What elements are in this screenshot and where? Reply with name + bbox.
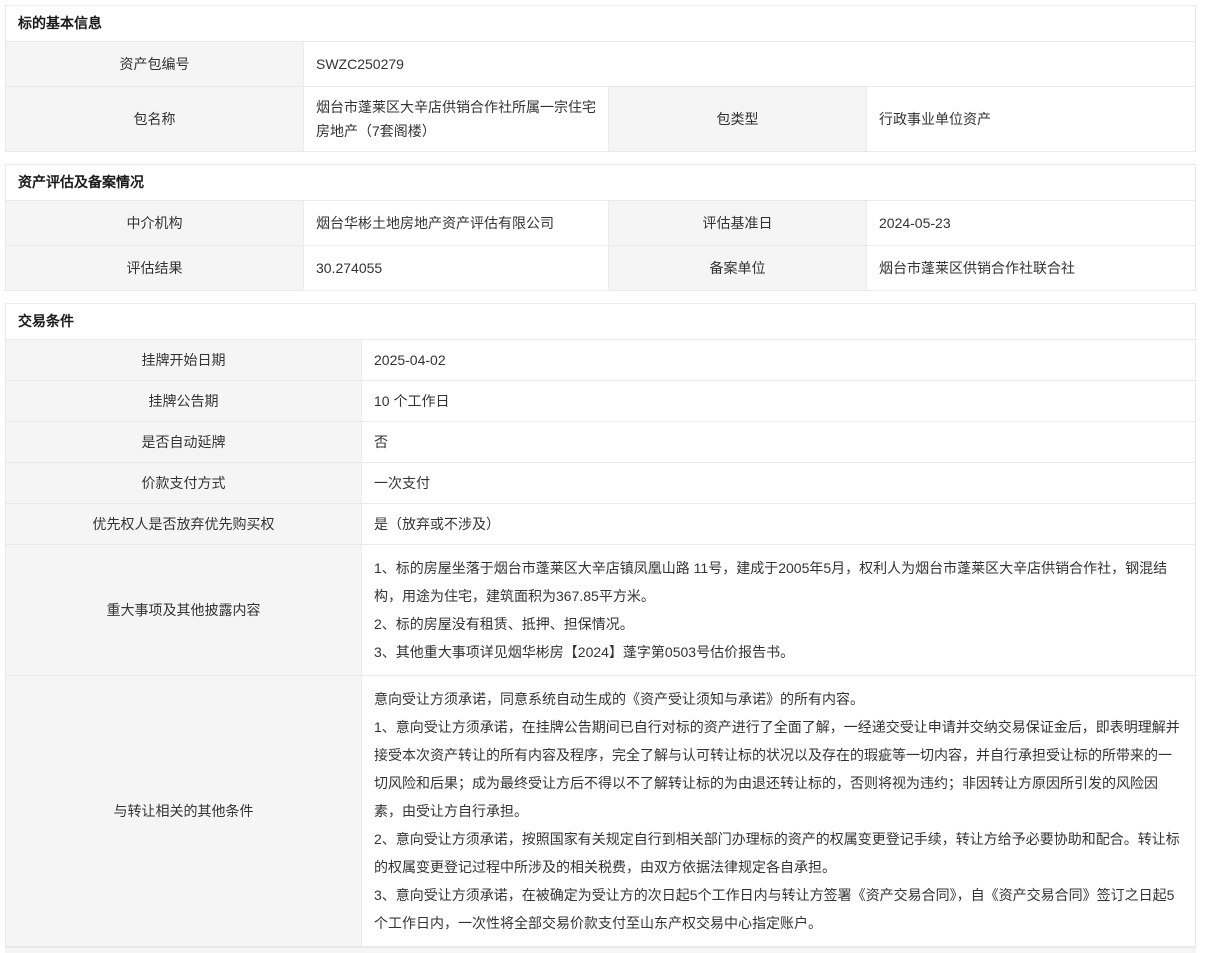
field-label-valuation-result: 评估结果: [6, 246, 304, 290]
field-label-listing-start-date: 挂牌开始日期: [6, 340, 362, 380]
disclosure-line: 2、标的房屋没有租赁、抵押、担保情况。: [374, 610, 1183, 638]
field-value-payment-method: 一次支付: [362, 463, 1195, 503]
table-row: 与转让相关的其他条件 意向受让方须承诺，同意系统自动生成的《资产受让须知与承诺》…: [6, 675, 1195, 946]
table-row: 中介机构 烟台华彬土地房地产资产评估有限公司 评估基准日 2024-05-23: [6, 200, 1195, 245]
field-value-preemptive-right-waiver: 是（放弃或不涉及）: [362, 504, 1195, 544]
condition-line: 2、意向受让方须承诺，按照国家有关规定自行到相关部门办理标的资产的权属变更登记手…: [374, 825, 1183, 881]
field-value-valuation-date: 2024-05-23: [867, 201, 1195, 245]
table-row: 价款支付方式 一次支付: [6, 462, 1195, 503]
table-row: 是否自动延牌 否: [6, 421, 1195, 462]
field-value-filing-unit: 烟台市蓬莱区供销合作社联合社: [867, 246, 1195, 290]
field-label-preemptive-right-waiver: 优先权人是否放弃优先购买权: [6, 504, 362, 544]
field-label-agency: 中介机构: [6, 201, 304, 245]
field-label-package-type: 包类型: [609, 87, 867, 151]
field-value-package-type: 行政事业单位资产: [867, 87, 1195, 151]
section-basic-info: 标的基本信息 资产包编号 SWZC250279 包名称 烟台市蓬莱区大辛店供销合…: [5, 5, 1196, 152]
field-value-package-name: 烟台市蓬莱区大辛店供销合作社所属一宗住宅房地产（7套阁楼）: [304, 87, 609, 151]
table-row: 评估结果 30.274055 备案单位 烟台市蓬莱区供销合作社联合社: [6, 245, 1195, 290]
field-value-major-disclosure: 1、标的房屋坐落于烟台市蓬莱区大辛店镇凤凰山路 11号，建成于2005年5月，权…: [362, 545, 1195, 675]
table-row: 包名称 烟台市蓬莱区大辛店供销合作社所属一宗住宅房地产（7套阁楼） 包类型 行政…: [6, 86, 1195, 151]
field-label-auto-extension: 是否自动延牌: [6, 422, 362, 462]
field-value-auto-extension: 否: [362, 422, 1195, 462]
field-label-other-transfer-conditions: 与转让相关的其他条件: [6, 676, 362, 946]
next-row-edge: [5, 947, 1196, 953]
section-title: 资产评估及备案情况: [6, 165, 1195, 200]
section-valuation-info: 资产评估及备案情况 中介机构 烟台华彬土地房地产资产评估有限公司 评估基准日 2…: [5, 164, 1196, 291]
field-label-announcement-period: 挂牌公告期: [6, 381, 362, 421]
table-row: 挂牌公告期 10 个工作日: [6, 380, 1195, 421]
section-title: 标的基本信息: [6, 6, 1195, 41]
field-value-announcement-period: 10 个工作日: [362, 381, 1195, 421]
field-label-major-disclosure: 重大事项及其他披露内容: [6, 545, 362, 675]
disclosure-line: 1、标的房屋坐落于烟台市蓬莱区大辛店镇凤凰山路 11号，建成于2005年5月，权…: [374, 554, 1183, 610]
field-value-asset-package-no: SWZC250279: [304, 42, 1195, 86]
field-label-package-name: 包名称: [6, 87, 304, 151]
table-row: 重大事项及其他披露内容 1、标的房屋坐落于烟台市蓬莱区大辛店镇凤凰山路 11号，…: [6, 544, 1195, 675]
field-label-payment-method: 价款支付方式: [6, 463, 362, 503]
table-row: 优先权人是否放弃优先购买权 是（放弃或不涉及）: [6, 503, 1195, 544]
section-title: 交易条件: [6, 304, 1195, 339]
field-value-valuation-result: 30.274055: [304, 246, 609, 290]
table-row: 挂牌开始日期 2025-04-02: [6, 339, 1195, 380]
table-row: 资产包编号 SWZC250279: [6, 41, 1195, 86]
field-value-agency: 烟台华彬土地房地产资产评估有限公司: [304, 201, 609, 245]
field-label-filing-unit: 备案单位: [609, 246, 867, 290]
field-value-other-transfer-conditions: 意向受让方须承诺，同意系统自动生成的《资产受让须知与承诺》的所有内容。 1、意向…: [362, 676, 1195, 946]
section-trade-conditions: 交易条件 挂牌开始日期 2025-04-02 挂牌公告期 10 个工作日 是否自…: [5, 303, 1196, 947]
field-label-valuation-date: 评估基准日: [609, 201, 867, 245]
field-label-asset-package-no: 资产包编号: [6, 42, 304, 86]
disclosure-line: 3、其他重大事项详见烟华彬房【2024】蓬字第0503号估价报告书。: [374, 638, 1183, 666]
field-value-listing-start-date: 2025-04-02: [362, 340, 1195, 380]
condition-line: 1、意向受让方须承诺，在挂牌公告期间已自行对标的资产进行了全面了解，一经递交受让…: [374, 713, 1183, 825]
condition-line: 意向受让方须承诺，同意系统自动生成的《资产受让须知与承诺》的所有内容。: [374, 685, 1183, 713]
condition-line: 3、意向受让方须承诺，在被确定为受让方的次日起5个工作日内与转让方签署《资产交易…: [374, 881, 1183, 937]
